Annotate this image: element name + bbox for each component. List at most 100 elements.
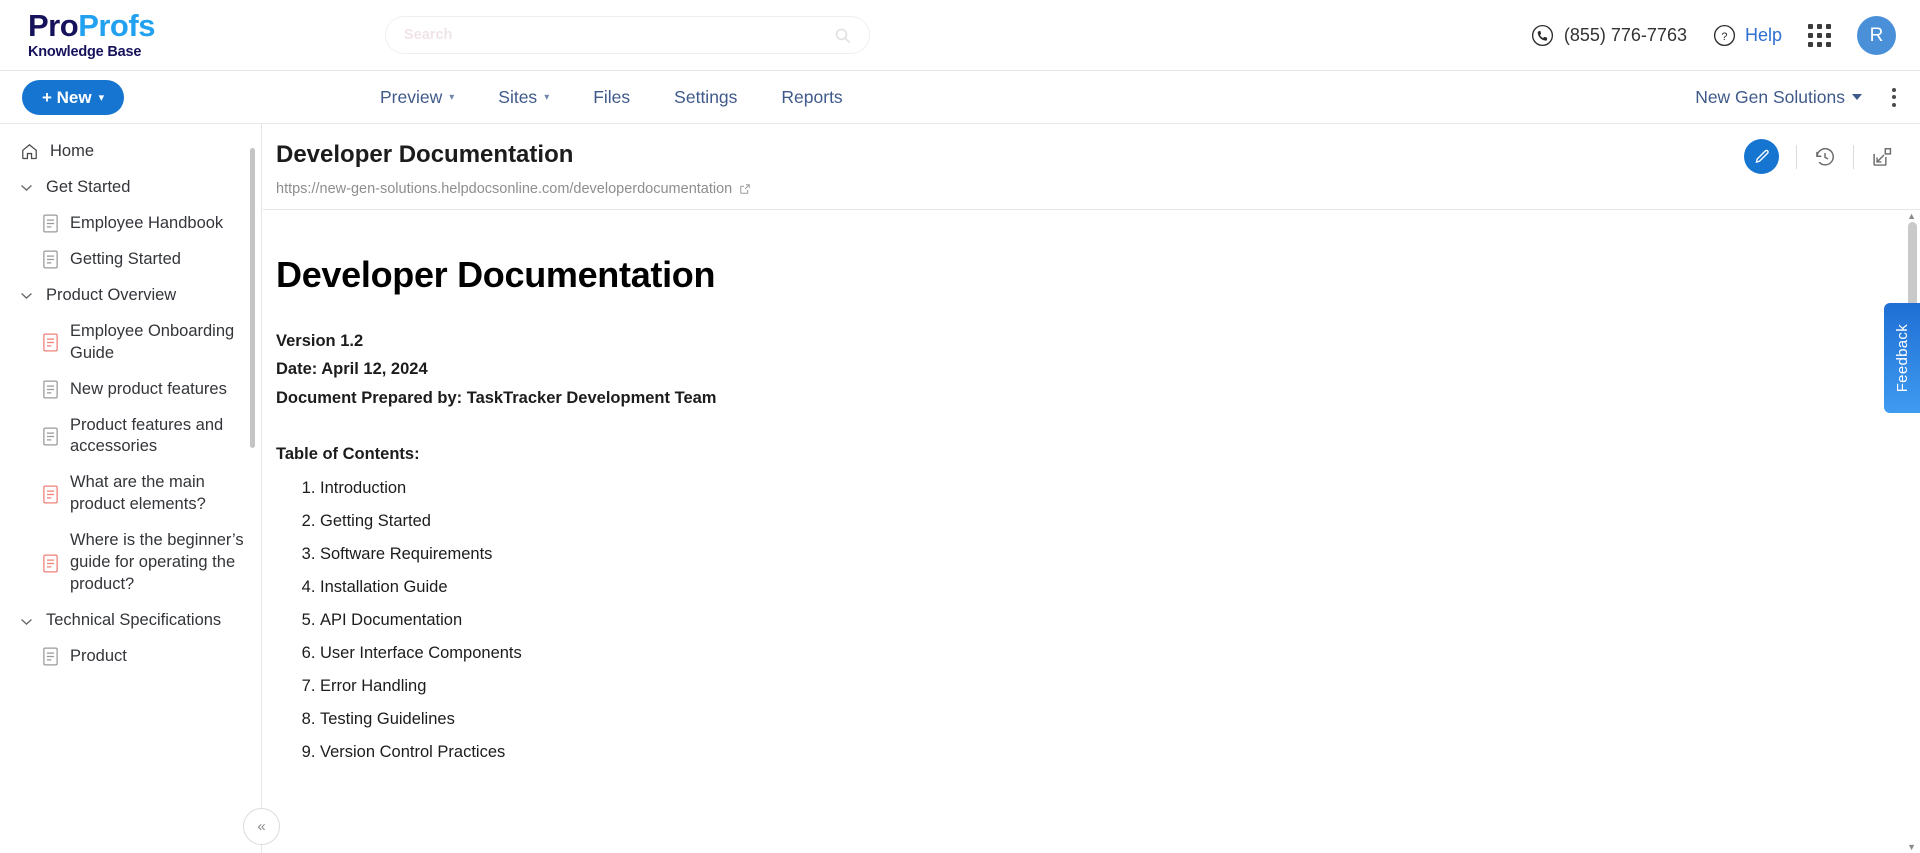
feedback-tab[interactable]: Feedback <box>1884 303 1920 413</box>
document-author: Document Prepared by: TaskTracker Develo… <box>276 388 717 407</box>
kebab-dot <box>1892 87 1896 92</box>
apps-dot <box>1826 33 1831 38</box>
top-header: ProProfs Knowledge Base (855) 776-7763 ?… <box>0 0 1920 71</box>
edit-button[interactable] <box>1744 139 1779 174</box>
document-icon <box>43 554 58 573</box>
toc-item[interactable]: Software Requirements <box>320 538 1920 571</box>
nav-item-reports[interactable]: Reports <box>781 87 842 108</box>
toc-list: Introduction Getting Started Software Re… <box>276 472 1920 769</box>
new-button[interactable]: + New ▾ <box>22 80 125 115</box>
toc-item[interactable]: Error Handling <box>320 670 1920 703</box>
new-button-label: + New <box>42 87 92 107</box>
chevron-down-icon <box>21 618 32 625</box>
nav-item-sites[interactable]: Sites ▾ <box>498 87 549 108</box>
page-title: Developer Documentation <box>276 141 574 168</box>
page-url-text: https://new-gen-solutions.helpdocsonline… <box>276 181 733 197</box>
apps-grid-icon[interactable] <box>1808 24 1831 47</box>
main-nav-bar: + New ▾ Preview ▾ Sites ▾ Files Settings… <box>0 71 1920 124</box>
search-input[interactable] <box>404 27 834 43</box>
history-clock-icon[interactable] <box>1814 146 1836 168</box>
chevron-down-icon: ▾ <box>449 91 455 103</box>
page-url[interactable]: https://new-gen-solutions.helpdocsonline… <box>276 181 751 197</box>
document-icon <box>43 333 58 352</box>
sidebar-item-employee-onboarding-guide[interactable]: Employee Onboarding Guide <box>0 314 261 372</box>
divider <box>1853 144 1854 169</box>
toc-item[interactable]: Installation Guide <box>320 571 1920 604</box>
divider <box>1796 144 1797 169</box>
app-logo[interactable]: ProProfs Knowledge Base <box>0 10 250 60</box>
toc-item[interactable]: API Documentation <box>320 604 1920 637</box>
apps-dot <box>1808 24 1813 29</box>
document-icon <box>43 380 58 399</box>
toc-heading: Table of Contents: <box>276 445 420 464</box>
phone-icon <box>1531 24 1553 47</box>
avatar-initial: R <box>1869 24 1884 46</box>
document-icon <box>43 214 58 233</box>
chevron-down-icon <box>21 293 32 300</box>
sidebar-item-employee-handbook[interactable]: Employee Handbook <box>0 206 261 242</box>
search-icon[interactable] <box>834 27 851 44</box>
sidebar-item-product-features-and-accessories[interactable]: Product features and accessories <box>0 408 261 466</box>
content-header: Developer Documentation https://new-gen-… <box>263 124 1920 210</box>
sidebar-item-beginners-guide[interactable]: Where is the beginner’s guide for operat… <box>0 523 261 603</box>
nav-item-settings[interactable]: Settings <box>674 87 737 108</box>
sidebar-section-product-overview[interactable]: Product Overview <box>0 278 261 314</box>
sidebar-section-get-started[interactable]: Get Started <box>0 170 261 206</box>
sidebar-item-main-product-elements[interactable]: What are the main product elements? <box>0 465 261 523</box>
sidebar-section-label: Product Overview <box>46 285 177 304</box>
avatar[interactable]: R <box>1857 16 1896 55</box>
sidebar-collapse-button[interactable]: « <box>243 808 280 845</box>
toc-item[interactable]: User Interface Components <box>320 637 1920 670</box>
sidebar-scrollbar[interactable] <box>250 148 255 448</box>
move-page-icon[interactable] <box>1871 146 1893 168</box>
toc-item[interactable]: Version Control Practices <box>320 736 1920 769</box>
sidebar-item-label: Product <box>70 647 127 665</box>
logo-text: ProProfs <box>28 10 155 41</box>
sidebar-item-home[interactable]: Home <box>0 134 261 170</box>
apps-dot <box>1826 24 1831 29</box>
scroll-up-arrow-icon[interactable]: ▲ <box>1907 211 1916 221</box>
nav-item-preview[interactable]: Preview ▾ <box>380 87 454 108</box>
sidebar-item-label: What are the main product elements? <box>70 473 206 514</box>
sidebar-item-getting-started[interactable]: Getting Started <box>0 242 261 278</box>
question-circle-icon: ? <box>1713 24 1736 47</box>
feedback-label: Feedback <box>1893 323 1911 393</box>
nav-item-label: Files <box>593 86 631 107</box>
document-meta: Version 1.2 Date: April 12, 2024 Documen… <box>276 327 1920 412</box>
search-box[interactable] <box>385 16 870 54</box>
sidebar-item-label: Product features and accessories <box>70 415 224 456</box>
kebab-dot <box>1892 95 1896 99</box>
nav-item-files[interactable]: Files <box>593 87 630 108</box>
help-link[interactable]: ? Help <box>1713 24 1782 47</box>
document-date: Date: April 12, 2024 <box>276 360 428 379</box>
kebab-menu-icon[interactable] <box>1888 84 1900 111</box>
workspace-label: New Gen Solutions <box>1695 86 1845 107</box>
nav-item-label: Settings <box>674 86 738 107</box>
toc-item[interactable]: Testing Guidelines <box>320 703 1920 736</box>
phone-number: (855) 776-7763 <box>1563 25 1687 45</box>
scroll-down-arrow-icon[interactable]: ▼ <box>1907 842 1916 852</box>
chevron-down-icon <box>1852 94 1862 100</box>
apps-dot <box>1808 42 1813 47</box>
sidebar-item-new-product-features[interactable]: New product features <box>0 372 261 408</box>
document-icon <box>43 427 58 446</box>
sidebar-section-technical-specifications[interactable]: Technical Specifications <box>0 603 261 639</box>
toc-item[interactable]: Getting Started <box>320 505 1920 538</box>
workspace-selector[interactable]: New Gen Solutions <box>1695 87 1862 108</box>
sidebar-item-product[interactable]: Product <box>0 639 261 675</box>
toc-item[interactable]: Introduction <box>320 472 1920 505</box>
nav-items: Preview ▾ Sites ▾ Files Settings Reports <box>380 87 843 108</box>
document-icon <box>43 250 58 269</box>
external-link-icon[interactable] <box>739 183 751 195</box>
phone-contact[interactable]: (855) 776-7763 <box>1531 24 1687 47</box>
sidebar-item-label: Getting Started <box>70 249 181 268</box>
apps-dot <box>1817 24 1822 29</box>
kebab-dot <box>1892 102 1896 107</box>
sidebar-item-label: Employee Onboarding Guide <box>70 321 235 362</box>
logo-part-pro: Pro <box>28 8 79 43</box>
logo-subtitle: Knowledge Base <box>28 44 142 60</box>
apps-dot <box>1808 33 1813 38</box>
sidebar-item-label: New product features <box>70 379 227 398</box>
apps-dot <box>1817 42 1822 47</box>
chevron-down-icon: ▾ <box>98 92 105 104</box>
